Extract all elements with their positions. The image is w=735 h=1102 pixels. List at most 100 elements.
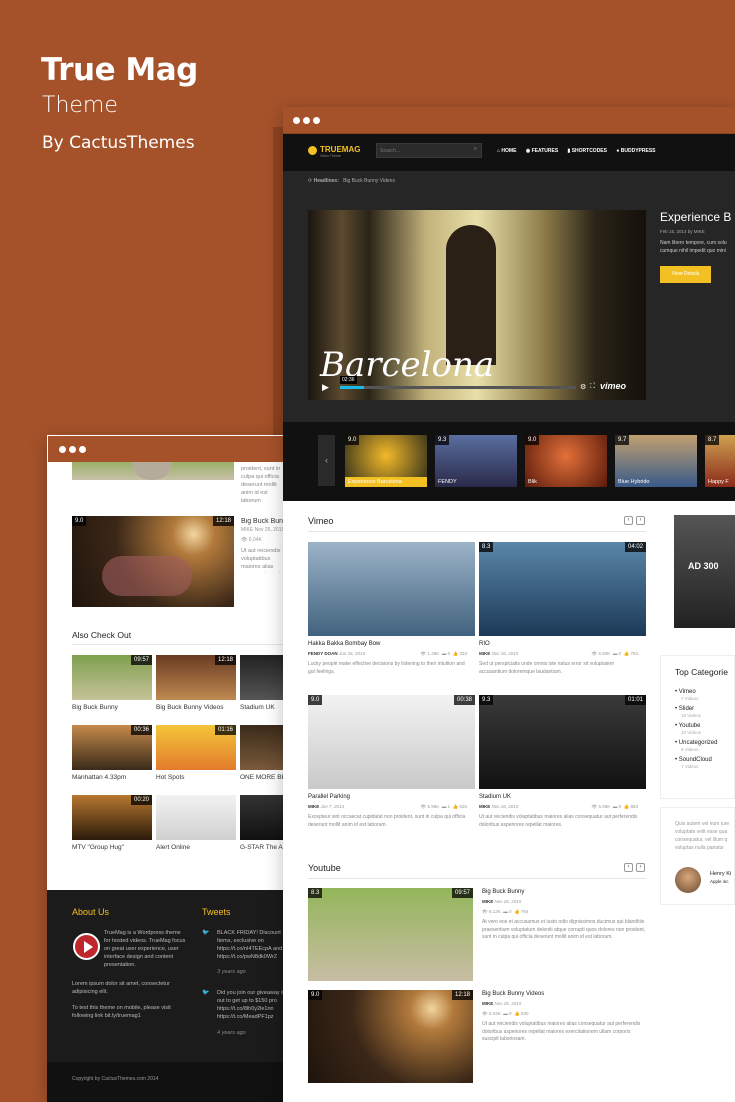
video-thumbnail[interactable]: 9.0 12:18 xyxy=(308,990,473,1083)
settings-gear-icon[interactable]: ⚙ xyxy=(580,383,586,391)
author-name[interactable]: MIKE xyxy=(482,1001,493,1006)
testimonial-widget: Quis autem vel eum iure voluptate velit … xyxy=(660,807,735,905)
video-thumbnail[interactable]: 12:18 xyxy=(156,655,236,700)
video-title-link[interactable]: Big Buck Bunny Videos xyxy=(156,704,236,711)
author-name[interactable]: MIKE xyxy=(482,899,493,904)
carousel-item[interactable]: 8.7 Happy F xyxy=(705,435,735,487)
video-thumbnail[interactable]: 00:20 xyxy=(72,795,152,840)
site-logo[interactable]: TRUEMAG xyxy=(320,145,360,154)
duration-badge: 09:57 xyxy=(130,655,152,665)
headline-link[interactable]: Big Buck Bunny Videos xyxy=(343,178,395,184)
author-name[interactable]: MIKE xyxy=(241,527,253,533)
front-browser-window: TRUEMAG Video Theme ⌕ ⌂ HOME ◉ FEATURES … xyxy=(283,107,735,1102)
nav-label: FEATURES xyxy=(531,148,559,154)
video-thumbnail[interactable]: 9.0 00:38 xyxy=(308,695,475,789)
category-item[interactable]: • Youtube 10 Videos xyxy=(675,723,717,735)
video-thumbnail[interactable]: 00:36 xyxy=(72,725,152,770)
rating-badge: 9.0 xyxy=(308,990,323,1000)
author-name[interactable]: MIKE xyxy=(479,804,490,809)
category-label: Youtube xyxy=(678,723,701,729)
carousel-item[interactable]: 9.3 FENDY xyxy=(435,435,517,487)
search-input[interactable] xyxy=(380,146,465,156)
category-name: • SoundCloud xyxy=(675,757,712,763)
duration-badge: 12:18 xyxy=(451,990,473,1000)
video-description: At vero eos et accusamus et iusto odio d… xyxy=(482,919,646,940)
promo-byline: By CactusThemes xyxy=(42,133,195,153)
author-name[interactable]: MIKE xyxy=(308,804,319,809)
window-dot-icon xyxy=(313,117,320,124)
video-title-link[interactable]: MTV "Group Hug" xyxy=(72,844,152,851)
tweet-text: Did you join our giveaway it out to get … xyxy=(217,990,284,1020)
nav-item-home[interactable]: ⌂ HOME xyxy=(497,148,516,154)
prev-arrow-icon[interactable]: ‹ xyxy=(624,863,633,872)
video-title-link[interactable]: Alert Online xyxy=(156,844,236,851)
comment-icon: ▬ xyxy=(503,909,508,914)
comment-icon: ▬ xyxy=(441,804,447,809)
carousel-item[interactable]: 9.0 Blik xyxy=(525,435,607,487)
category-item[interactable]: • Vimeo 7 Videos xyxy=(675,689,717,701)
category-item[interactable]: • Slider 16 Videos xyxy=(675,706,717,718)
video-thumbnail[interactable]: 8.3 09:57 xyxy=(308,888,473,981)
views-value: 5.95K xyxy=(598,804,611,809)
time-tooltip: 02:36 xyxy=(340,376,357,384)
video-title-link[interactable]: Big Buck Bunny xyxy=(72,704,152,711)
carousel-label: Experience Barcelona xyxy=(345,477,427,487)
window-dot-icon xyxy=(79,446,86,453)
carousel-item[interactable]: 9.7 Blue Hybrido xyxy=(615,435,697,487)
carousel-label: FENDY xyxy=(438,479,457,485)
category-count: 10 Videos xyxy=(681,730,701,735)
video-thumbnail[interactable] xyxy=(156,795,236,840)
video-title-link[interactable]: Parallel Parking xyxy=(308,794,350,800)
likes-value: 526 xyxy=(459,804,467,809)
duration-badge: 00:36 xyxy=(130,725,152,735)
video-meta: MIKE Nov 26, 2015 👁 5.95K ▬ 0 👍 863 xyxy=(479,804,646,809)
section-title: Also Check Out xyxy=(72,630,132,640)
next-arrow-icon[interactable]: › xyxy=(636,863,645,872)
nav-menu: ⌂ HOME ◉ FEATURES ▮ SHORTCODES ● BUDDYPR… xyxy=(497,148,656,154)
progress-bar[interactable] xyxy=(340,386,576,389)
play-icon[interactable]: ▶ xyxy=(322,382,329,393)
divider xyxy=(308,878,646,879)
video-title-link[interactable]: Stadium UK xyxy=(479,794,511,800)
hero-title[interactable]: Experience B xyxy=(660,210,731,224)
prev-arrow-icon[interactable]: ‹ xyxy=(624,516,633,525)
category-item[interactable]: • SoundCloud 7 Videos xyxy=(675,757,717,769)
video-title-link[interactable]: Big Buck Bunny xyxy=(482,889,524,895)
nav-item-buddypress[interactable]: ● BUDDYPRESS xyxy=(616,148,655,154)
divider xyxy=(308,531,646,532)
video-thumbnail[interactable]: 9.3 01:01 xyxy=(479,695,646,789)
author-name[interactable]: MIKE xyxy=(479,651,490,656)
post-date: Nov 26, 2015 xyxy=(254,527,285,533)
search-icon[interactable]: ⌕ xyxy=(474,146,477,153)
carousel-prev-arrow-icon[interactable]: ‹ xyxy=(318,435,335,486)
video-thumbnail[interactable]: 9.0 12:18 xyxy=(72,516,234,607)
category-item[interactable]: • Uncategorized 5 Videos xyxy=(675,740,717,752)
next-arrow-icon[interactable]: › xyxy=(636,516,645,525)
promo-title: True Mag xyxy=(41,52,198,88)
video-thumbnail[interactable]: 09:57 xyxy=(72,655,152,700)
view-details-button[interactable]: View Details xyxy=(660,266,711,283)
fullscreen-icon[interactable]: ⛶ xyxy=(590,383,595,391)
video-title-link[interactable]: Manhattan 4.33pm xyxy=(72,774,152,781)
video-title-link[interactable]: Hakka Bakka Bombay Bow xyxy=(308,641,380,647)
hero-figure xyxy=(446,225,496,365)
headlines-label: Headlines: xyxy=(313,178,339,184)
author-name[interactable]: FENDY DOAN xyxy=(308,651,338,656)
hero-video-player[interactable]: Barcelona ▶ 02:36 ⚙ ⛶ vimeo xyxy=(308,210,646,400)
video-title-link[interactable]: Big Buck Bunny Videos xyxy=(241,518,286,525)
nav-item-features[interactable]: ◉ FEATURES xyxy=(526,148,558,154)
comments-value: 0 xyxy=(618,651,622,656)
video-thumbnail[interactable] xyxy=(308,542,475,636)
duration-badge: 01:01 xyxy=(624,695,646,705)
video-title-link[interactable]: Hot Spots xyxy=(156,774,236,781)
video-thumbnail[interactable] xyxy=(72,462,234,480)
video-thumbnail[interactable]: 8.3 04:02 xyxy=(479,542,646,636)
video-title-link[interactable]: Big Buck Bunny Videos xyxy=(482,991,544,997)
video-thumbnail[interactable]: 01:16 xyxy=(156,725,236,770)
eye-icon: 👁 xyxy=(591,804,598,809)
carousel-item[interactable]: 9.0 Experience Barcelona xyxy=(345,435,427,487)
nav-item-shortcodes[interactable]: ▮ SHORTCODES xyxy=(568,148,607,154)
video-title-link[interactable]: RIO xyxy=(479,641,490,647)
featured-carousel: ‹ 9.0 Experience Barcelona 9.3 FENDY 9.0 Blik… xyxy=(283,422,735,501)
ad-banner[interactable]: AD 300 xyxy=(674,515,735,628)
